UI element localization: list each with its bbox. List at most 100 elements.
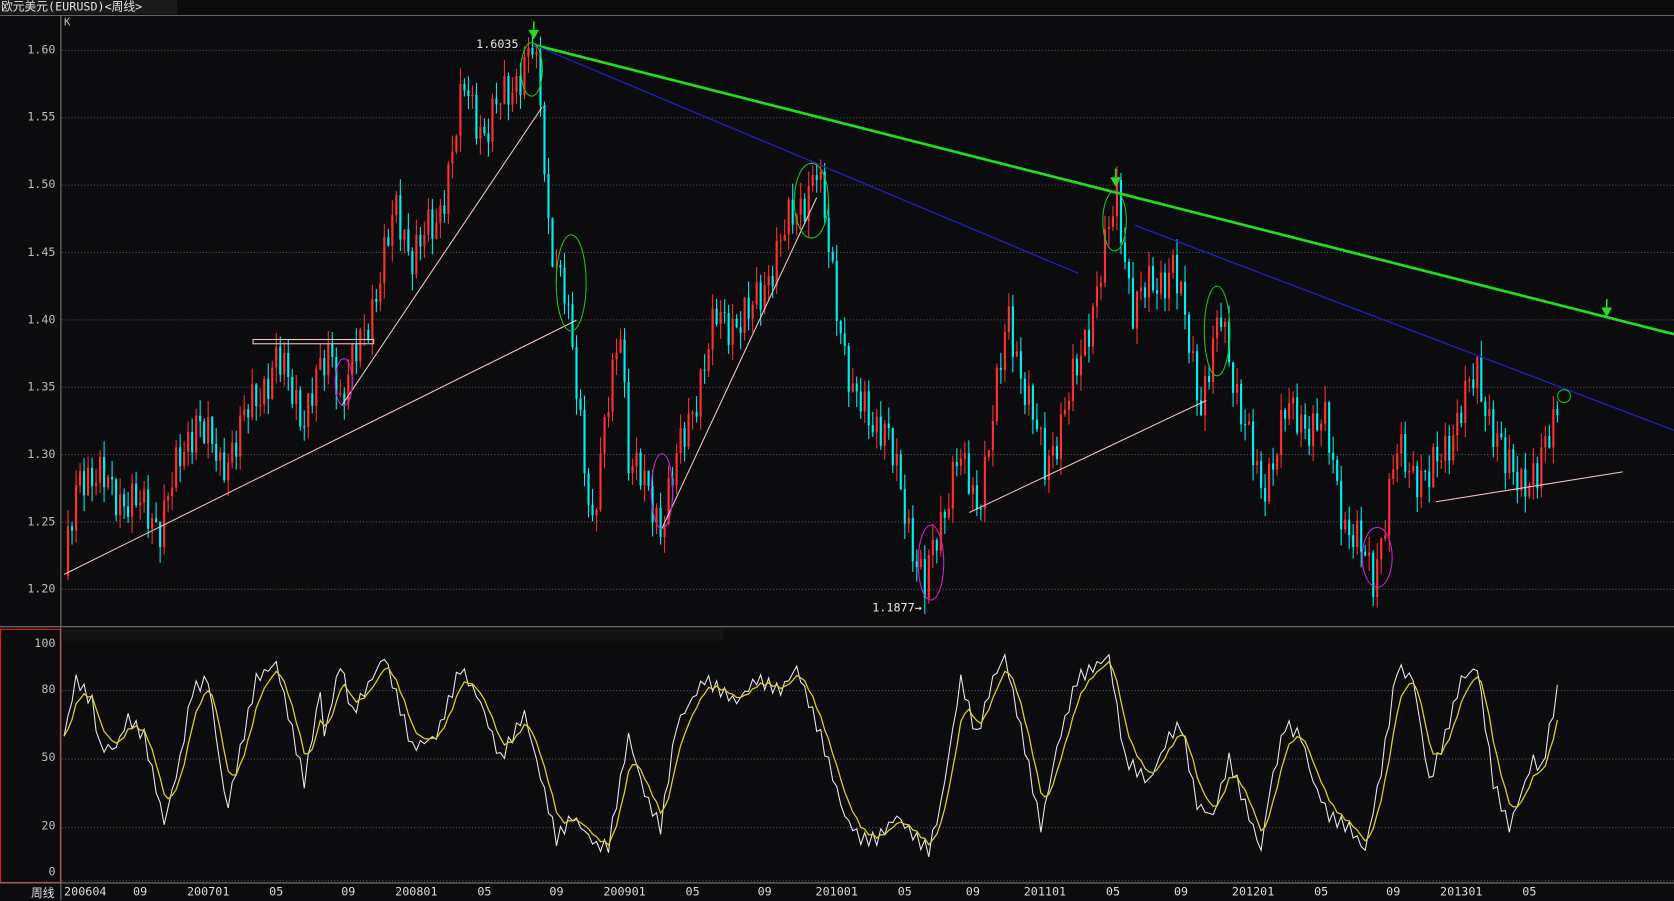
candle-down xyxy=(695,412,698,417)
candle-up xyxy=(971,485,974,494)
candle-down xyxy=(583,409,586,474)
candle-down xyxy=(531,48,534,55)
candle-up xyxy=(66,526,70,576)
candle-up xyxy=(207,417,210,444)
candle-down xyxy=(923,559,926,598)
candle-up xyxy=(655,507,658,523)
candle-down xyxy=(255,384,258,407)
candle-down xyxy=(1155,290,1159,294)
candle-down xyxy=(835,260,838,322)
candle-up xyxy=(635,452,638,467)
candle-down xyxy=(843,333,846,346)
candle-down xyxy=(1123,242,1127,262)
candle-up xyxy=(1047,455,1050,480)
candle-up xyxy=(615,352,618,360)
candle-up xyxy=(95,482,98,487)
candle-up xyxy=(599,453,602,510)
candle-up xyxy=(143,489,146,503)
candle-down xyxy=(627,381,630,474)
candle-up xyxy=(919,559,922,567)
candle-down xyxy=(475,94,478,139)
candle-up xyxy=(1508,449,1511,474)
candle-down xyxy=(507,75,510,105)
candle-up xyxy=(1107,226,1111,230)
arrow-down-icon xyxy=(528,29,540,40)
candle-down xyxy=(1043,427,1046,480)
candle-up xyxy=(1211,338,1215,382)
candle-up xyxy=(271,367,274,399)
candle-up xyxy=(1248,421,1251,425)
candle-up xyxy=(1268,463,1271,502)
candle-down xyxy=(1304,414,1307,429)
high-annotation: 1.6035 xyxy=(476,37,519,52)
top-ellipse-marker xyxy=(1557,389,1571,404)
candle-down xyxy=(1480,356,1483,402)
price-tick-label: 1.40 xyxy=(27,312,56,327)
date-tick-label: 200801 xyxy=(395,885,438,899)
candle-up xyxy=(995,367,998,422)
candle-down xyxy=(287,353,290,377)
date-tick-label: 200701 xyxy=(186,885,230,899)
price-tick-label: 1.45 xyxy=(27,245,56,259)
k-line xyxy=(63,652,1558,858)
date-tick-label: 05 xyxy=(1522,885,1537,899)
candle-down xyxy=(1348,519,1351,536)
date-tick-label: 09 xyxy=(1173,885,1189,899)
candle-down xyxy=(1127,261,1131,279)
price-tick-label: 1.35 xyxy=(27,379,56,394)
price-chart[interactable] xyxy=(0,0,1674,901)
candle-down xyxy=(311,393,314,406)
candle-down xyxy=(1252,421,1255,466)
candle-up xyxy=(1440,460,1443,463)
date-tick-label: 09 xyxy=(965,885,980,899)
candle-down xyxy=(127,506,130,517)
candle-up xyxy=(1280,409,1283,455)
candle-down xyxy=(1436,446,1439,462)
candle-up xyxy=(1159,272,1163,294)
candle-up xyxy=(491,98,494,142)
candle-down xyxy=(1296,397,1299,433)
candle-up xyxy=(1179,281,1183,294)
candle-up xyxy=(1147,266,1151,298)
candle-up xyxy=(1412,466,1415,472)
candle-up xyxy=(1408,471,1411,473)
date-tick-label: 05 xyxy=(1105,885,1121,899)
candle-up xyxy=(1139,287,1143,292)
candle-up xyxy=(611,359,614,413)
date-tick-label: 05 xyxy=(685,885,700,899)
candle-up xyxy=(379,283,382,302)
candle-up xyxy=(1051,446,1054,456)
candle-down xyxy=(955,462,958,467)
candle-down xyxy=(1207,375,1211,382)
period-label[interactable]: 周线 xyxy=(31,884,54,901)
candle-down xyxy=(1512,449,1515,472)
candle-up xyxy=(427,209,430,235)
candle-up xyxy=(139,502,142,506)
top-ellipse-marker xyxy=(555,234,587,332)
price-tick-label: 1.25 xyxy=(27,514,56,529)
date-tick-label: 09 xyxy=(133,885,148,899)
candle-down xyxy=(723,311,726,314)
candle-up xyxy=(1167,272,1171,299)
candle-up xyxy=(963,453,966,459)
candle-up xyxy=(1215,317,1219,339)
candle-down xyxy=(683,428,686,447)
candle-up xyxy=(1544,435,1547,448)
candle-down xyxy=(1364,551,1367,556)
candle-up xyxy=(983,456,986,509)
candle-down xyxy=(1416,466,1419,498)
candle-down xyxy=(571,304,574,348)
candle-up xyxy=(875,416,878,433)
candle-down xyxy=(727,313,730,345)
candle-up xyxy=(679,428,682,454)
candle-down xyxy=(543,104,546,174)
candle-down xyxy=(903,489,906,524)
candle-up xyxy=(767,276,770,286)
candle-down xyxy=(551,218,554,267)
candle-up xyxy=(527,48,530,57)
candle-up xyxy=(383,237,386,284)
candle-down xyxy=(291,376,294,404)
candle-up xyxy=(755,282,758,305)
candle-down xyxy=(211,417,214,444)
candle-up xyxy=(455,135,458,152)
